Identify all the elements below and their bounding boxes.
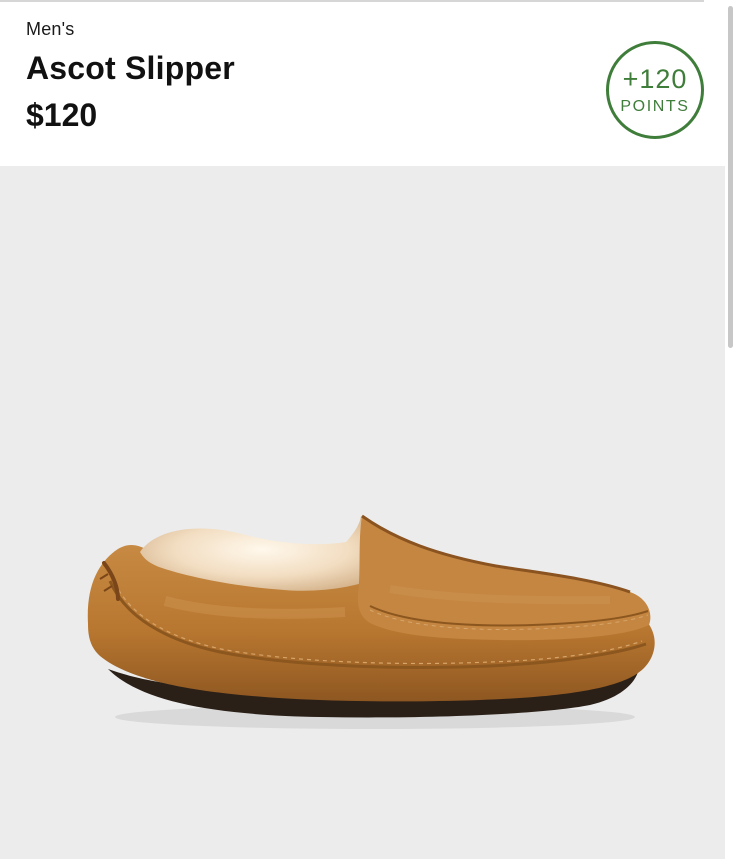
product-image-area[interactable]	[0, 166, 725, 859]
reward-points-label: POINTS	[620, 98, 690, 115]
product-category: Men's	[26, 19, 75, 39]
product-price: $120	[26, 97, 98, 133]
product-header: Men's Ascot Slipper $120 +120 POINTS	[0, 2, 725, 166]
reward-points-badge: +120 POINTS	[606, 41, 704, 139]
slipper-image	[87, 514, 655, 729]
reward-points-amount: +120	[622, 64, 688, 94]
product-page: Men's Ascot Slipper $120 +120 POINTS	[0, 0, 738, 859]
product-title: Ascot Slipper	[26, 50, 235, 86]
vertical-scrollbar-thumb[interactable]	[728, 6, 733, 348]
